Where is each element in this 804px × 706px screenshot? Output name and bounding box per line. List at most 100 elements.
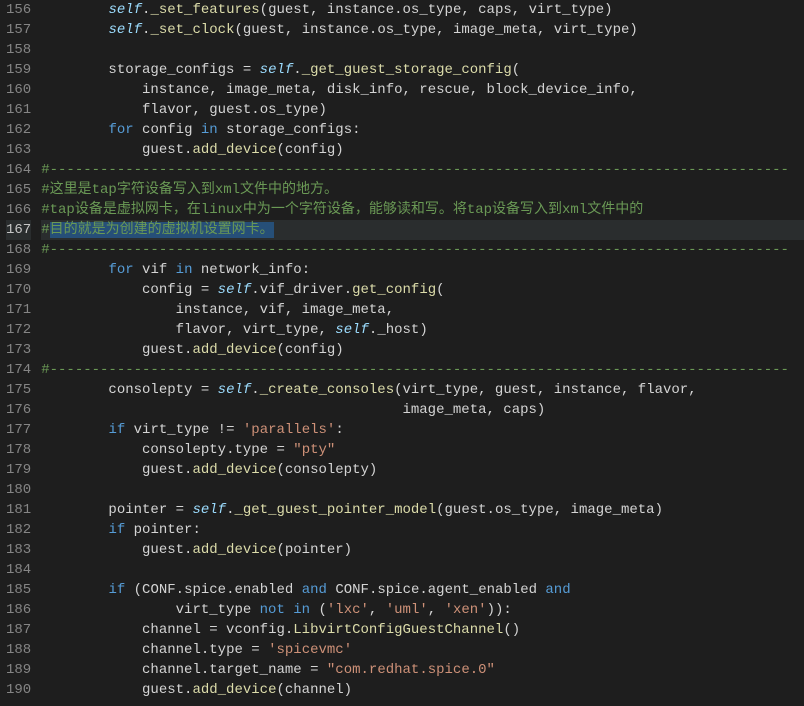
line-number[interactable]: 185 — [6, 580, 31, 600]
code-line[interactable]: if pointer: — [41, 520, 804, 540]
line-number[interactable]: 175 — [6, 380, 31, 400]
code-token: _set_features — [150, 2, 259, 18]
code-token: = — [209, 622, 217, 638]
code-line[interactable]: if virt_type != 'parallels': — [41, 420, 804, 440]
code-line[interactable]: #tap设备是虚拟网卡，在linux中为一个字符设备，能够读和写。将tap设备写… — [41, 200, 804, 220]
code-line[interactable]: config = self.vif_driver.get_config( — [41, 280, 804, 300]
code-token: . — [419, 582, 427, 598]
code-line[interactable]: channel.type = 'spicevmc' — [41, 640, 804, 660]
code-line[interactable]: self._set_features(guest, instance.os_ty… — [41, 0, 804, 20]
code-line[interactable]: image_meta, caps) — [41, 400, 804, 420]
line-number[interactable]: 172 — [6, 320, 31, 340]
code-line[interactable]: if (CONF.spice.enabled and CONF.spice.ag… — [41, 580, 804, 600]
code-line[interactable]: #目的就是为创建的虚拟机设置网卡。 — [41, 220, 804, 240]
code-token: agent_enabled — [428, 582, 546, 598]
code-line[interactable]: guest.add_device(config) — [41, 340, 804, 360]
code-line[interactable]: for vif in network_info: — [41, 260, 804, 280]
line-number[interactable]: 173 — [6, 340, 31, 360]
code-line[interactable]: #---------------------------------------… — [41, 160, 804, 180]
code-line[interactable]: channel = vconfig.LibvirtConfigGuestChan… — [41, 620, 804, 640]
code-line[interactable]: instance, image_meta, disk_info, rescue,… — [41, 80, 804, 100]
line-number[interactable]: 178 — [6, 440, 31, 460]
line-number[interactable]: 164 — [6, 160, 31, 180]
line-number[interactable]: 159 — [6, 60, 31, 80]
line-number[interactable]: 186 — [6, 600, 31, 620]
line-number[interactable]: 188 — [6, 640, 31, 660]
code-token: 'lxc' — [327, 602, 369, 618]
code-line[interactable]: pointer = self._get_guest_pointer_model(… — [41, 500, 804, 520]
line-number[interactable]: 181 — [6, 500, 31, 520]
line-number[interactable]: 161 — [6, 100, 31, 120]
line-number[interactable]: 177 — [6, 420, 31, 440]
line-number[interactable]: 166 — [6, 200, 31, 220]
code-token: self — [260, 62, 294, 78]
code-token: _get_guest_storage_config — [302, 62, 512, 78]
code-token: guest — [487, 382, 537, 398]
line-number[interactable]: 156 — [6, 0, 31, 20]
code-editor[interactable]: 1561571581591601611621631641651661671681… — [0, 0, 804, 706]
code-line[interactable]: flavor, guest.os_type) — [41, 100, 804, 120]
line-number[interactable]: 168 — [6, 240, 31, 260]
code-token: (config) — [276, 342, 343, 358]
line-number[interactable]: 165 — [6, 180, 31, 200]
code-line[interactable]: #---------------------------------------… — [41, 360, 804, 380]
code-line[interactable]: guest.add_device(channel) — [41, 680, 804, 700]
line-number[interactable]: 182 — [6, 520, 31, 540]
code-token: if — [108, 422, 125, 438]
code-line[interactable]: consolepty.type = "pty" — [41, 440, 804, 460]
line-number[interactable]: 180 — [6, 480, 31, 500]
code-token: LibvirtConfigGuestChannel — [293, 622, 503, 638]
line-number[interactable]: 187 — [6, 620, 31, 640]
code-line[interactable]: #这里是tap字符设备写入到xml文件中的地方。 — [41, 180, 804, 200]
code-line[interactable]: virt_type not in ('lxc', 'uml', 'xen')): — [41, 600, 804, 620]
line-number-gutter[interactable]: 1561571581591601611621631641651661671681… — [0, 0, 41, 706]
line-number[interactable]: 163 — [6, 140, 31, 160]
code-line[interactable]: guest.add_device(consolepty) — [41, 460, 804, 480]
code-line[interactable]: #---------------------------------------… — [41, 240, 804, 260]
code-token: get_config — [352, 282, 436, 298]
code-token: , — [478, 382, 486, 398]
code-token: channel — [41, 662, 201, 678]
line-number[interactable]: 189 — [6, 660, 31, 680]
code-token: _host) — [377, 322, 427, 338]
code-area[interactable]: self._set_features(guest, instance.os_ty… — [41, 0, 804, 706]
code-line[interactable]: storage_configs = self._get_guest_storag… — [41, 60, 804, 80]
line-number[interactable]: 169 — [6, 260, 31, 280]
code-line[interactable]: guest.add_device(config) — [41, 140, 804, 160]
line-number[interactable]: 190 — [6, 680, 31, 700]
code-line[interactable]: consolepty = self._create_consoles(virt_… — [41, 380, 804, 400]
code-token — [209, 382, 217, 398]
code-line[interactable]: guest.add_device(pointer) — [41, 540, 804, 560]
line-number[interactable]: 160 — [6, 80, 31, 100]
line-number[interactable]: 167 — [6, 220, 31, 240]
line-number[interactable]: 179 — [6, 460, 31, 480]
line-number[interactable]: 170 — [6, 280, 31, 300]
code-token: . — [201, 642, 209, 658]
line-number[interactable]: 184 — [6, 560, 31, 580]
line-number[interactable]: 176 — [6, 400, 31, 420]
code-line[interactable]: flavor, virt_type, self._host) — [41, 320, 804, 340]
code-token: storage_configs: — [218, 122, 361, 138]
code-line[interactable]: self._set_clock(guest, instance.os_type,… — [41, 20, 804, 40]
code-token: virt_type — [41, 602, 259, 618]
code-line[interactable] — [41, 560, 804, 580]
code-line[interactable]: instance, vif, image_meta, — [41, 300, 804, 320]
line-number[interactable]: 157 — [6, 20, 31, 40]
code-token: spice — [377, 582, 419, 598]
code-token: "pty" — [293, 442, 335, 458]
code-token: self — [192, 502, 226, 518]
code-token: consolepty — [41, 442, 226, 458]
line-number[interactable]: 158 — [6, 40, 31, 60]
line-number[interactable]: 162 — [6, 120, 31, 140]
code-line[interactable] — [41, 40, 804, 60]
code-token: and — [302, 582, 327, 598]
line-number[interactable]: 174 — [6, 360, 31, 380]
code-token: os_type — [403, 2, 462, 18]
line-number[interactable]: 183 — [6, 540, 31, 560]
code-line[interactable] — [41, 480, 804, 500]
code-line[interactable]: channel.target_name = "com.redhat.spice.… — [41, 660, 804, 680]
line-number[interactable]: 171 — [6, 300, 31, 320]
code-line[interactable]: for config in storage_configs: — [41, 120, 804, 140]
code-token: disk_info — [318, 82, 402, 98]
code-token: , — [688, 382, 696, 398]
